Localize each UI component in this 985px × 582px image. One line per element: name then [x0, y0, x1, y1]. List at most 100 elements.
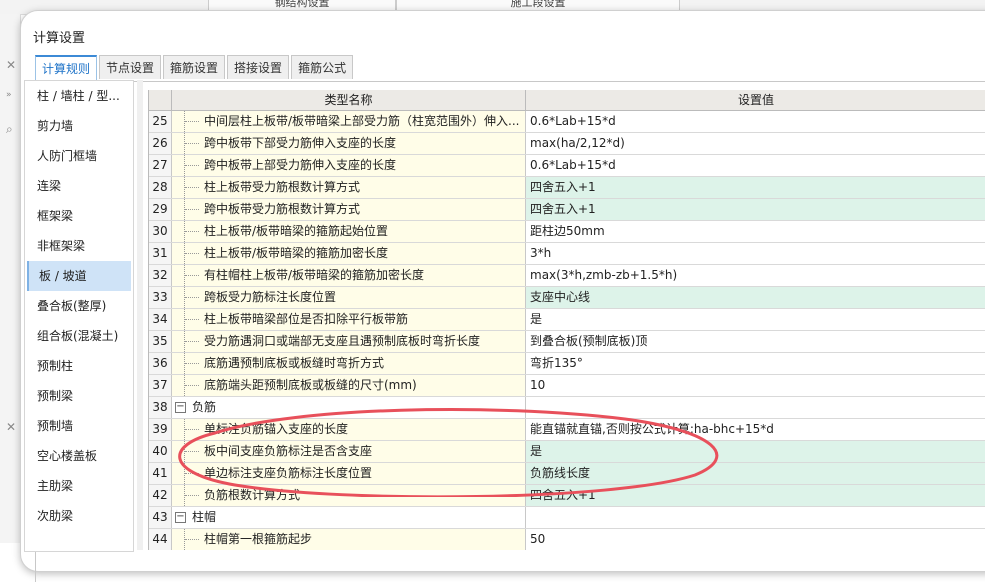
- row-setting-value[interactable]: [526, 507, 985, 528]
- category-item[interactable]: 主肋梁: [25, 471, 133, 501]
- row-setting-value[interactable]: 10: [526, 375, 985, 396]
- row-type-name: 柱上板带/板带暗梁的箍筋起始位置: [172, 221, 526, 242]
- tab-calc-rules[interactable]: 计算规则: [35, 55, 98, 82]
- row-number: 41: [149, 463, 172, 484]
- table-row[interactable]: 25 中间层柱上板带/板带暗梁上部受力筋（柱宽范围外）伸入... 0.6*Lab+1…: [149, 111, 985, 133]
- row-type-name: 柱上板带暗梁部位是否扣除平行板带筋: [172, 309, 526, 330]
- row-setting-value[interactable]: 0.6*Lab+15*d: [526, 111, 985, 132]
- row-type-name-text: 跨板受力筋标注长度位置: [204, 290, 337, 304]
- group-row[interactable]: 43− 柱帽: [149, 507, 985, 529]
- category-item[interactable]: 组合板(混凝土): [25, 321, 133, 351]
- category-item[interactable]: 预制墙: [25, 411, 133, 441]
- row-setting-value[interactable]: 四舍五入+1: [526, 177, 985, 198]
- tab-stirrup-settings[interactable]: 箍筋设置: [163, 55, 226, 79]
- category-item[interactable]: 预制柱: [25, 351, 133, 381]
- dialog-title: 计算设置: [33, 31, 86, 46]
- annotation-ellipse: [178, 408, 719, 497]
- row-setting-value[interactable]: 到叠合板(预制底板)顶: [526, 331, 985, 352]
- row-setting-value[interactable]: 是: [526, 309, 985, 330]
- tree-line: [184, 265, 203, 286]
- row-setting-value[interactable]: max(3*h,zmb-zb+1.5*h): [526, 265, 985, 286]
- row-setting-value[interactable]: 50: [526, 529, 985, 550]
- category-item[interactable]: 柱 / 墙柱 / 型...: [25, 81, 133, 111]
- row-type-name-text: 柱帽第一根箍筋起步: [204, 532, 313, 546]
- category-item[interactable]: 空心楼盖板: [25, 441, 133, 471]
- category-item[interactable]: 剪力墙: [25, 111, 133, 141]
- category-item[interactable]: 连梁: [25, 171, 133, 201]
- tab-node-settings[interactable]: 节点设置: [99, 55, 162, 79]
- table-row[interactable]: 36 底筋遇预制底板或板缝时弯折方式 弯折135°: [149, 353, 985, 375]
- category-item[interactable]: 叠合板(整厚): [25, 291, 133, 321]
- expand-icon[interactable]: »: [6, 90, 12, 100]
- collapse-icon[interactable]: −: [175, 512, 186, 523]
- search-icon[interactable]: ⌕: [6, 122, 13, 137]
- tab-lap-settings[interactable]: 搭接设置: [227, 55, 290, 79]
- row-setting-value[interactable]: 0.6*Lab+15*d: [526, 155, 985, 176]
- row-number: 44: [149, 529, 172, 550]
- category-item[interactable]: 人防门框墙: [25, 141, 133, 171]
- row-type-name: 受力筋遇洞口或端部无支座且遇预制底板时弯折长度: [172, 331, 526, 352]
- row-number: 27: [149, 155, 172, 176]
- header-setting-value: 设置值: [737, 93, 774, 107]
- table-row[interactable]: 44 柱帽第一根箍筋起步 50: [149, 529, 985, 550]
- row-number: 31: [149, 243, 172, 264]
- row-number: 40: [149, 441, 172, 462]
- row-number: 28: [149, 177, 172, 198]
- category-item[interactable]: 预制梁: [25, 381, 133, 411]
- row-number: 34: [149, 309, 172, 330]
- row-type-name-text: 柱上板带受力筋根数计算方式: [204, 180, 361, 194]
- tree-line: [184, 331, 203, 352]
- category-scrollbar[interactable]: [137, 80, 143, 550]
- tree-line: [184, 177, 203, 198]
- category-list: 柱 / 墙柱 / 型... 剪力墙 人防门框墙 连梁 框架梁 非框架梁板 / 坡道 叠合板(…: [24, 80, 134, 552]
- row-type-name-text: 柱上板带/板带暗梁的箍筋加密长度: [204, 246, 389, 260]
- tab-stirrup-formula[interactable]: 箍筋公式: [291, 55, 354, 79]
- row-number: 29: [149, 199, 172, 220]
- row-setting-value[interactable]: 弯折135°: [526, 353, 985, 374]
- background-left-panel: ✕ » ⌕ ✕: [0, 14, 21, 543]
- tree-line: [184, 133, 203, 154]
- row-setting-value[interactable]: max(ha/2,12*d): [526, 133, 985, 154]
- row-type-name: 柱帽第一根箍筋起步: [172, 529, 526, 550]
- category-item[interactable]: 板 / 坡道: [27, 261, 131, 291]
- row-type-name: 跨板受力筋标注长度位置: [172, 287, 526, 308]
- row-number: 37: [149, 375, 172, 396]
- row-type-name: − 柱帽: [172, 507, 526, 528]
- table-row[interactable]: 31 柱上板带/板带暗梁的箍筋加密长度 3*h: [149, 243, 985, 265]
- table-row[interactable]: 28 柱上板带受力筋根数计算方式 四舍五入+1: [149, 177, 985, 199]
- row-type-name-text: 柱上板带暗梁部位是否扣除平行板带筋: [204, 312, 409, 326]
- row-setting-value[interactable]: 3*h: [526, 243, 985, 264]
- row-type-name: 底筋端头距预制底板或板缝的尺寸(mm): [172, 375, 526, 396]
- row-number: 32: [149, 265, 172, 286]
- tree-line: [184, 375, 203, 396]
- category-item[interactable]: 次肋梁: [25, 501, 133, 531]
- table-row[interactable]: 32 有柱帽柱上板带/板带暗梁的箍筋加密长度 max(3*h,zmb-zb+1.5*…: [149, 265, 985, 287]
- row-number: 25: [149, 111, 172, 132]
- close-icon-lower[interactable]: ✕: [6, 420, 16, 434]
- category-item[interactable]: 非框架梁: [25, 231, 133, 261]
- table-row[interactable]: 29 跨中板带受力筋根数计算方式 四舍五入+1: [149, 199, 985, 221]
- row-type-name-text: 有柱帽柱上板带/板带暗梁的箍筋加密长度: [204, 268, 425, 282]
- tree-line: [184, 243, 203, 264]
- close-icon[interactable]: ✕: [6, 58, 16, 72]
- row-setting-value[interactable]: 距柱边50mm: [526, 221, 985, 242]
- tab-bar: 计算规则 节点设置 箍筋设置 搭接设置 箍筋公式: [35, 55, 355, 82]
- row-type-name: 有柱帽柱上板带/板带暗梁的箍筋加密长度: [172, 265, 526, 286]
- row-number: 42: [149, 485, 172, 506]
- table-row[interactable]: 30 柱上板带/板带暗梁的箍筋起始位置 距柱边50mm: [149, 221, 985, 243]
- table-row[interactable]: 33 跨板受力筋标注长度位置 支座中心线: [149, 287, 985, 309]
- table-row[interactable]: 26 跨中板带下部受力筋伸入支座的长度 max(ha/2,12*d): [149, 133, 985, 155]
- row-type-name-text: 跨中板带受力筋根数计算方式: [204, 202, 361, 216]
- row-setting-value[interactable]: 支座中心线: [526, 287, 985, 308]
- row-type-name: 柱上板带受力筋根数计算方式: [172, 177, 526, 198]
- table-row[interactable]: 34 柱上板带暗梁部位是否扣除平行板带筋 是: [149, 309, 985, 331]
- row-type-name-text: 底筋端头距预制底板或板缝的尺寸(mm): [204, 378, 417, 392]
- tree-line: [184, 111, 203, 132]
- grid-header: 类型名称 设置值: [149, 90, 985, 111]
- table-row[interactable]: 27 跨中板带上部受力筋伸入支座的长度 0.6*Lab+15*d: [149, 155, 985, 177]
- table-row[interactable]: 37 底筋端头距预制底板或板缝的尺寸(mm) 10: [149, 375, 985, 397]
- bg-tab-construction-label: 施工段设置: [510, 0, 566, 9]
- table-row[interactable]: 35 受力筋遇洞口或端部无支座且遇预制底板时弯折长度 到叠合板(预制底板)顶: [149, 331, 985, 353]
- row-setting-value[interactable]: 四舍五入+1: [526, 199, 985, 220]
- category-item[interactable]: 框架梁: [25, 201, 133, 231]
